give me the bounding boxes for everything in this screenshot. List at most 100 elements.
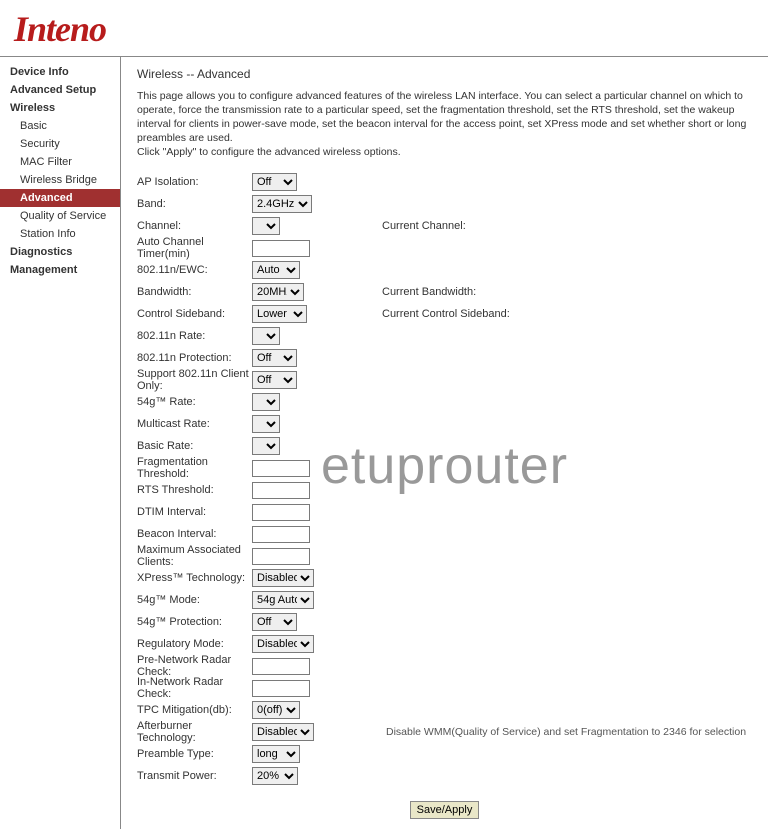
sidebar: Device InfoAdvanced SetupWirelessBasicSe… (0, 57, 121, 829)
nav-advanced-setup[interactable]: Advanced Setup (0, 81, 120, 99)
select-ap_isolation[interactable]: Off (252, 173, 297, 191)
select-g_mode[interactable]: 54g Auto (252, 591, 314, 609)
row-afterburner: Afterburner Technology:Disabled Disable W… (137, 721, 752, 743)
row-band: Band:2.4GHz (137, 193, 752, 215)
nav-management[interactable]: Management (0, 261, 120, 279)
row-ctrl_sideband: Control Sideband:Lower Current Control Si… (137, 303, 752, 325)
nav-basic[interactable]: Basic (0, 117, 120, 135)
label-basic_rate: Basic Rate: (137, 440, 252, 452)
nav-station-info[interactable]: Station Info (0, 225, 120, 243)
row-tx_power: Transmit Power:20% (137, 765, 752, 787)
label-ap_isolation: AP Isolation: (137, 176, 252, 188)
label-dtim_interval: DTIM Interval: (137, 506, 252, 518)
row-dtim_interval: DTIM Interval: (137, 501, 752, 523)
row-bandwidth: Bandwidth:20MHz Current Bandwidth: (137, 281, 752, 303)
row-rts_threshold: RTS Threshold: (137, 479, 752, 501)
select-reg_mode[interactable]: Disabled (252, 635, 314, 653)
label-bandwidth: Bandwidth: (137, 286, 252, 298)
label-rts_threshold: RTS Threshold: (137, 484, 252, 496)
note-afterburner: Disable WMM(Quality of Service) and set … (386, 726, 746, 738)
page-description: This page allows you to configure advanc… (137, 89, 752, 159)
input-beacon_interval[interactable] (252, 526, 310, 543)
select-xpress[interactable]: Disabled (252, 569, 314, 587)
nav-advanced[interactable]: Advanced (0, 189, 120, 207)
label-cur_channel: Current Channel: (382, 220, 582, 232)
row-g_mode: 54g™ Mode:54g Auto (137, 589, 752, 611)
row-n_ewc: 802.11n/EWC:Auto (137, 259, 752, 281)
nav-wireless-bridge[interactable]: Wireless Bridge (0, 171, 120, 189)
label-cur_ctrl_sideband: Current Control Sideband: (382, 308, 582, 320)
label-g_protection: 54g™ Protection: (137, 616, 252, 628)
select-g_protection[interactable]: Off (252, 613, 297, 631)
row-auto_ch_timer: Auto Channel Timer(min) (137, 237, 752, 259)
row-multicast_rate: Multicast Rate: (137, 413, 752, 435)
row-xpress: XPress™ Technology:Disabled (137, 567, 752, 589)
input-pre_radar[interactable] (252, 658, 310, 675)
nav-mac-filter[interactable]: MAC Filter (0, 153, 120, 171)
nav-security[interactable]: Security (0, 135, 120, 153)
input-auto_ch_timer[interactable] (252, 240, 310, 257)
label-cur_bandwidth: Current Bandwidth: (382, 286, 582, 298)
select-n_protection[interactable]: Off (252, 349, 297, 367)
row-beacon_interval: Beacon Interval: (137, 523, 752, 545)
row-channel: Channel: Current Channel: (137, 215, 752, 237)
label-channel: Channel: (137, 220, 252, 232)
select-basic_rate[interactable] (252, 437, 280, 455)
input-rts_threshold[interactable] (252, 482, 310, 499)
label-pre_radar: Pre-Network Radar Check: (137, 654, 252, 678)
label-n_client_only: Support 802.11n Client Only: (137, 368, 252, 392)
row-preamble: Preamble Type:long (137, 743, 752, 765)
select-n_client_only[interactable]: Off (252, 371, 297, 389)
label-ctrl_sideband: Control Sideband: (137, 308, 252, 320)
select-n_ewc[interactable]: Auto (252, 261, 300, 279)
label-max_clients: Maximum Associated Clients: (137, 544, 252, 568)
label-reg_mode: Regulatory Mode: (137, 638, 252, 650)
label-tx_power: Transmit Power: (137, 770, 252, 782)
label-auto_ch_timer: Auto Channel Timer(min) (137, 236, 252, 260)
input-in_radar[interactable] (252, 680, 310, 697)
select-tx_power[interactable]: 20% (252, 767, 298, 785)
nav-diagnostics[interactable]: Diagnostics (0, 243, 120, 261)
page-title: Wireless -- Advanced (137, 67, 752, 81)
select-n_rate[interactable] (252, 327, 280, 345)
select-multicast_rate[interactable] (252, 415, 280, 433)
nav-wireless[interactable]: Wireless (0, 99, 120, 117)
row-g_rate: 54g™ Rate: (137, 391, 752, 413)
label-preamble: Preamble Type: (137, 748, 252, 760)
label-band: Band: (137, 198, 252, 210)
row-n_client_only: Support 802.11n Client Only:Off (137, 369, 752, 391)
label-in_radar: In-Network Radar Check: (137, 676, 252, 700)
input-max_clients[interactable] (252, 548, 310, 565)
row-n_protection: 802.11n Protection:Off (137, 347, 752, 369)
select-preamble[interactable]: long (252, 745, 300, 763)
select-channel[interactable] (252, 217, 280, 235)
row-reg_mode: Regulatory Mode:Disabled (137, 633, 752, 655)
nav-quality-of-service[interactable]: Quality of Service (0, 207, 120, 225)
save-apply-button[interactable]: Save/Apply (410, 801, 480, 819)
label-frag_threshold: Fragmentation Threshold: (137, 456, 252, 480)
select-g_rate[interactable] (252, 393, 280, 411)
select-bandwidth[interactable]: 20MHz (252, 283, 304, 301)
select-ctrl_sideband[interactable]: Lower (252, 305, 307, 323)
label-g_mode: 54g™ Mode: (137, 594, 252, 606)
label-xpress: XPress™ Technology: (137, 572, 252, 584)
label-tpc: TPC Mitigation(db): (137, 704, 252, 716)
select-afterburner[interactable]: Disabled (252, 723, 314, 741)
select-tpc[interactable]: 0(off) (252, 701, 300, 719)
input-frag_threshold[interactable] (252, 460, 310, 477)
input-dtim_interval[interactable] (252, 504, 310, 521)
row-g_protection: 54g™ Protection:Off (137, 611, 752, 633)
label-n_ewc: 802.11n/EWC: (137, 264, 252, 276)
nav-device-info[interactable]: Device Info (0, 63, 120, 81)
label-n_protection: 802.11n Protection: (137, 352, 252, 364)
row-basic_rate: Basic Rate: (137, 435, 752, 457)
logo: Inteno (0, 0, 768, 57)
row-tpc: TPC Mitigation(db):0(off) (137, 699, 752, 721)
label-afterburner: Afterburner Technology: (137, 720, 252, 744)
row-frag_threshold: Fragmentation Threshold: (137, 457, 752, 479)
label-multicast_rate: Multicast Rate: (137, 418, 252, 430)
select-band[interactable]: 2.4GHz (252, 195, 312, 213)
label-n_rate: 802.11n Rate: (137, 330, 252, 342)
row-max_clients: Maximum Associated Clients: (137, 545, 752, 567)
label-beacon_interval: Beacon Interval: (137, 528, 252, 540)
